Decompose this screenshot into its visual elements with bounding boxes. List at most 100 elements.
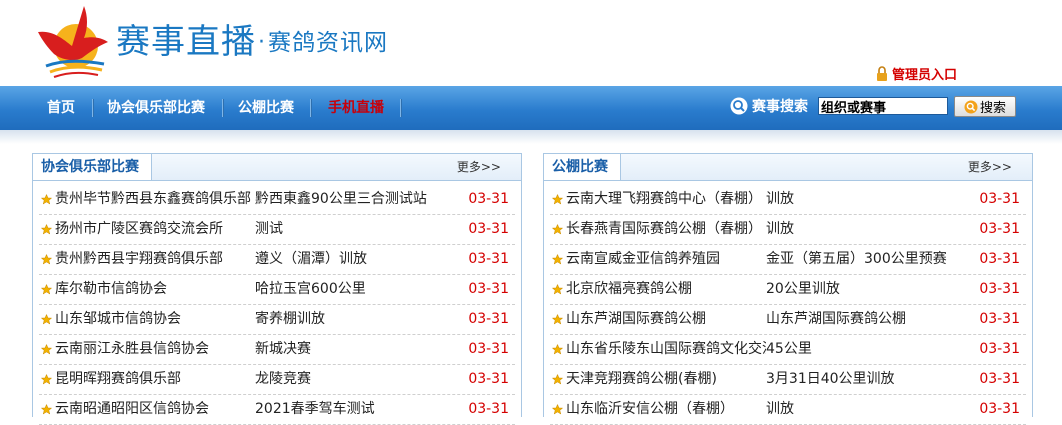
nav-item-mobile-live[interactable]: 手机直播 — [328, 86, 384, 130]
nav-item-home[interactable]: 首页 — [47, 86, 75, 130]
race-event[interactable]: 寄养棚训放 — [255, 305, 455, 334]
brand-dot: · — [258, 30, 266, 55]
star-icon — [41, 284, 52, 295]
race-date: 03-31 — [468, 251, 509, 267]
admin-entry-label: 管理员入口 — [892, 68, 958, 83]
list-item[interactable]: 昆明晖翔赛鸽俱乐部 龙陵竞赛 03-31 — [39, 365, 515, 395]
race-date: 03-31 — [468, 371, 509, 387]
race-event[interactable]: 20公里训放 — [766, 275, 966, 304]
star-icon — [41, 314, 52, 325]
race-organization[interactable]: 天津竞翔赛鸽公棚(春棚) — [566, 365, 766, 394]
search-button[interactable]: 搜索 — [954, 96, 1016, 117]
race-event[interactable]: 金亚（第五届）300公里预赛 — [766, 245, 966, 274]
race-event[interactable]: 2021春季驾车测试 — [255, 395, 455, 424]
brand-sub: 赛鸽资讯网 — [268, 30, 388, 56]
race-organization[interactable]: 山东邹城市信鸽协会 — [55, 305, 255, 334]
panel-title[interactable]: 协会俱乐部比赛 — [33, 154, 152, 180]
race-event[interactable]: 训放 — [766, 185, 966, 214]
race-date: 03-31 — [979, 371, 1020, 387]
race-organization[interactable]: 长春燕青国际赛鸽公棚（春棚） — [566, 215, 766, 244]
race-organization[interactable]: 山东临沂安信公棚（春棚） — [566, 395, 766, 424]
nav-divider — [92, 99, 94, 117]
list-item[interactable]: 天津竞翔赛鸽公棚(春棚) 3月31日40公里训放 03-31 — [550, 365, 1026, 395]
nav-item-club-races[interactable]: 协会俱乐部比赛 — [107, 86, 205, 130]
admin-entry-link[interactable]: 管理员入口 — [876, 64, 957, 83]
list-item[interactable]: 山东邹城市信鸽协会 寄养棚训放 03-31 — [39, 305, 515, 335]
pigeon-logo-icon[interactable] — [32, 2, 112, 78]
race-event[interactable]: 3月31日40公里训放 — [766, 365, 966, 394]
race-organization[interactable]: 云南宣威金亚信鸽养殖园 — [566, 245, 766, 274]
panel-title[interactable]: 公棚比赛 — [544, 154, 621, 180]
race-organization[interactable]: 北京欣福亮赛鸽公棚 — [566, 275, 766, 304]
race-date: 03-31 — [979, 401, 1020, 417]
race-list: 贵州毕节黔西县东鑫赛鸽俱乐部 黔西東鑫90公里三合测试站 03-31 扬州市广陵区赛鸽… — [39, 185, 515, 425]
race-event[interactable]: 山东芦湖国际赛鸽公棚 — [766, 305, 966, 334]
race-date: 03-31 — [979, 221, 1020, 237]
star-icon — [552, 314, 563, 325]
race-organization[interactable]: 贵州毕节黔西县东鑫赛鸽俱乐部 — [55, 185, 255, 214]
list-item[interactable]: 山东芦湖国际赛鸽公棚 山东芦湖国际赛鸽公棚 03-31 — [550, 305, 1026, 335]
star-icon — [41, 374, 52, 385]
race-organization[interactable]: 云南大理飞翔赛鸽中心（春棚） — [566, 185, 766, 214]
race-event[interactable]: 训放 — [766, 395, 966, 424]
race-event[interactable]: 训放 — [766, 215, 966, 244]
list-item[interactable]: 贵州黔西县宇翔赛鸽俱乐部 遵义（湄潭）训放 03-31 — [39, 245, 515, 275]
race-date: 03-31 — [468, 221, 509, 237]
list-item[interactable]: 长春燕青国际赛鸽公棚（春棚） 训放 03-31 — [550, 215, 1026, 245]
star-icon — [41, 404, 52, 415]
race-date: 03-31 — [468, 191, 509, 207]
list-item[interactable]: 贵州毕节黔西县东鑫赛鸽俱乐部 黔西東鑫90公里三合测试站 03-31 — [39, 185, 515, 215]
site-brand[interactable]: 赛事直播·赛鸽资讯网 — [116, 22, 388, 67]
club-races-panel: 协会俱乐部比赛 更多>> 贵州毕节黔西县东鑫赛鸽俱乐部 黔西東鑫90公里三合测试站… — [32, 153, 522, 425]
search-input[interactable] — [818, 97, 948, 115]
race-date: 03-31 — [468, 281, 509, 297]
race-organization[interactable]: 云南昭通昭阳区信鸽协会 — [55, 395, 255, 424]
brand-main: 赛事直播 — [116, 22, 256, 62]
race-organization[interactable]: 昆明晖翔赛鸽俱乐部 — [55, 365, 255, 394]
race-list: 云南大理飞翔赛鸽中心（春棚） 训放 03-31 长春燕青国际赛鸽公棚（春棚） 训放 03-… — [550, 185, 1026, 425]
list-item[interactable]: 云南宣威金亚信鸽养殖园 金亚（第五届）300公里预赛 03-31 — [550, 245, 1026, 275]
list-item[interactable]: 山东省乐陵东山国际赛鸽文化交流 45公里 03-31 — [550, 335, 1026, 365]
nav-divider — [222, 99, 224, 117]
search-icon — [730, 97, 748, 115]
more-link[interactable]: 更多>> — [457, 154, 501, 180]
star-icon — [552, 284, 563, 295]
race-date: 03-31 — [468, 401, 509, 417]
race-event[interactable]: 黔西東鑫90公里三合测试站 — [255, 185, 455, 214]
list-item[interactable]: 库尔勒市信鸽协会 哈拉玉宫600公里 03-31 — [39, 275, 515, 305]
search-button-label: 搜索 — [979, 101, 1006, 116]
race-event[interactable]: 哈拉玉宫600公里 — [255, 275, 455, 304]
list-item[interactable]: 云南大理飞翔赛鸽中心（春棚） 训放 03-31 — [550, 185, 1026, 215]
race-event[interactable]: 龙陵竞赛 — [255, 365, 455, 394]
race-event[interactable]: 测试 — [255, 215, 455, 244]
star-icon — [552, 344, 563, 355]
panel-header: 协会俱乐部比赛 更多>> — [33, 154, 521, 181]
list-item[interactable]: 山东临沂安信公棚（春棚） 训放 03-31 — [550, 395, 1026, 425]
race-date: 03-31 — [979, 311, 1020, 327]
race-date: 03-31 — [468, 311, 509, 327]
race-organization[interactable]: 扬州市广陵区赛鸽交流会所 — [55, 215, 255, 244]
race-organization[interactable]: 山东芦湖国际赛鸽公棚 — [566, 305, 766, 334]
race-organization[interactable]: 贵州黔西县宇翔赛鸽俱乐部 — [55, 245, 255, 274]
race-organization[interactable]: 山东省乐陵东山国际赛鸽文化交流 — [566, 335, 766, 364]
list-item[interactable]: 扬州市广陵区赛鸽交流会所 测试 03-31 — [39, 215, 515, 245]
more-link[interactable]: 更多>> — [968, 154, 1012, 180]
race-date: 03-31 — [468, 341, 509, 357]
star-icon — [41, 224, 52, 235]
list-item[interactable]: 云南丽江永胜县信鸽协会 新城决赛 03-31 — [39, 335, 515, 365]
star-icon — [552, 404, 563, 415]
race-event[interactable]: 遵义（湄潭）训放 — [255, 245, 455, 274]
race-event[interactable]: 新城决赛 — [255, 335, 455, 364]
race-event[interactable]: 45公里 — [766, 335, 966, 364]
star-icon — [552, 254, 563, 265]
list-item[interactable]: 北京欣福亮赛鸽公棚 20公里训放 03-31 — [550, 275, 1026, 305]
list-item[interactable]: 云南昭通昭阳区信鸽协会 2021春季驾车测试 03-31 — [39, 395, 515, 425]
race-organization[interactable]: 库尔勒市信鸽协会 — [55, 275, 255, 304]
race-date: 03-31 — [979, 281, 1020, 297]
race-organization[interactable]: 云南丽江永胜县信鸽协会 — [55, 335, 255, 364]
nav-item-loft-races[interactable]: 公棚比赛 — [238, 86, 294, 130]
panel-header: 公棚比赛 更多>> — [544, 154, 1032, 181]
race-date: 03-31 — [979, 251, 1020, 267]
star-icon — [41, 194, 52, 205]
loft-races-panel: 公棚比赛 更多>> 云南大理飞翔赛鸽中心（春棚） 训放 03-31 长春燕青国际赛鸽公… — [543, 153, 1033, 425]
